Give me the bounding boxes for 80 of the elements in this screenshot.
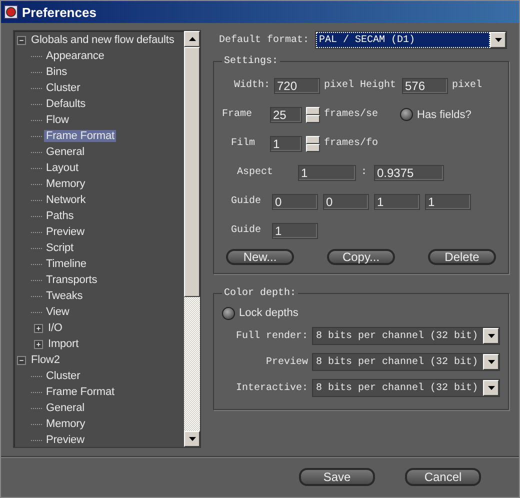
unit-label: pixel (324, 80, 356, 91)
field-label: Preview (266, 356, 308, 368)
text-field[interactable]: 0 (272, 194, 318, 210)
tree-item[interactable]: Globals and new flow defaults (29, 34, 176, 46)
text-field[interactable]: 1 (298, 164, 356, 180)
field-label: Film (231, 138, 256, 149)
unit-label: frames/fo (324, 138, 380, 149)
dialog-button[interactable]: Save (299, 468, 375, 486)
tree-item[interactable]: Cluster (44, 82, 82, 94)
depth-dropdown[interactable]: 8 bits per channel (32 bit) (312, 379, 500, 397)
tree-item[interactable]: General (44, 146, 86, 158)
unit-label: pixel (452, 80, 484, 91)
text-field[interactable]: 25 (270, 106, 302, 122)
field-label: Frame (222, 109, 254, 120)
dialog-button[interactable]: Cancel (405, 468, 481, 486)
text-field[interactable]: 576 (402, 78, 448, 94)
scroll-up-icon[interactable] (184, 31, 200, 47)
field-label: Aspect (237, 167, 274, 178)
tree-item[interactable]: Timeline (44, 258, 88, 270)
tree-item[interactable]: Frame Format (44, 386, 116, 398)
field-label: Full render: (236, 330, 308, 342)
tree-item[interactable]: View (44, 306, 72, 318)
tree-item[interactable]: Defaults (44, 98, 88, 110)
scrollbar-thumb[interactable] (184, 47, 200, 297)
spinner-buttons[interactable] (306, 106, 320, 122)
window-title: Preferences (22, 4, 96, 20)
expand-icon[interactable] (34, 324, 43, 332)
field-label: Guide (231, 225, 262, 236)
tree-item[interactable]: Transports (44, 274, 100, 286)
expand-icon[interactable] (34, 340, 43, 348)
radio-label: Has fields? (417, 108, 472, 120)
tree-item[interactable]: Flow (44, 114, 71, 126)
depth-dropdown[interactable]: 8 bits per channel (32 bit) (312, 327, 500, 345)
tree-item[interactable]: Paths (44, 210, 76, 222)
app-icon (4, 5, 18, 19)
field-label: Guide (231, 196, 262, 207)
scrollbar[interactable] (184, 31, 200, 447)
depth-dropdown[interactable]: 8 bits per channel (32 bit) (312, 353, 500, 371)
collapse-icon[interactable] (17, 356, 26, 364)
tree-item[interactable]: Import (46, 338, 81, 350)
tree-item[interactable]: Memory (44, 178, 88, 190)
tree-item[interactable]: Frame Format (44, 130, 116, 142)
text-field[interactable]: 720 (274, 78, 320, 94)
separator-label: : (361, 167, 368, 178)
text-field[interactable]: 0.9375 (374, 164, 444, 180)
field-label: Default format: (219, 34, 309, 46)
tree-item[interactable]: Preview (44, 434, 86, 446)
tree-item[interactable]: Appearance (44, 50, 106, 62)
text-field[interactable]: 1 (425, 194, 471, 210)
tree-item[interactable]: General (44, 402, 86, 414)
text-field[interactable]: 1 (374, 194, 420, 210)
action-button[interactable]: Delete (428, 249, 496, 265)
text-field[interactable]: 1 (270, 136, 302, 152)
group-title: Color depth: (223, 288, 298, 299)
field-label: Width: (234, 80, 270, 91)
tree-item[interactable]: Cluster (44, 370, 82, 382)
field-label: Height (360, 80, 398, 91)
action-button[interactable]: Copy... (327, 249, 395, 265)
tree-item[interactable]: I/O (46, 322, 64, 334)
unit-label: frames/se (324, 109, 380, 120)
tree-item[interactable]: Memory (44, 418, 88, 430)
tree-item[interactable]: Script (44, 242, 76, 254)
field-label: Interactive: (236, 382, 308, 394)
radio-button[interactable] (400, 108, 413, 121)
tree-item[interactable]: Flow2 (29, 354, 62, 366)
spinner-buttons[interactable] (306, 136, 320, 152)
text-field[interactable]: 0 (323, 194, 369, 210)
tree-item[interactable]: Layout (44, 162, 80, 174)
collapse-icon[interactable] (17, 36, 26, 44)
text-field[interactable]: 1 (272, 222, 318, 238)
tree-item[interactable]: Bins (44, 66, 69, 78)
radio-button[interactable] (222, 306, 235, 320)
tree-item[interactable]: Preview (44, 226, 86, 238)
scroll-down-icon[interactable] (184, 431, 200, 447)
format-dropdown[interactable]: PAL / SECAM (D1) (315, 31, 507, 49)
tree-item[interactable]: Network (44, 194, 88, 206)
tree-item[interactable]: Tweaks (44, 290, 85, 302)
action-button[interactable]: New... (226, 249, 294, 265)
radio-label: Lock depths (239, 307, 298, 319)
group-title: Settings: (223, 56, 280, 67)
